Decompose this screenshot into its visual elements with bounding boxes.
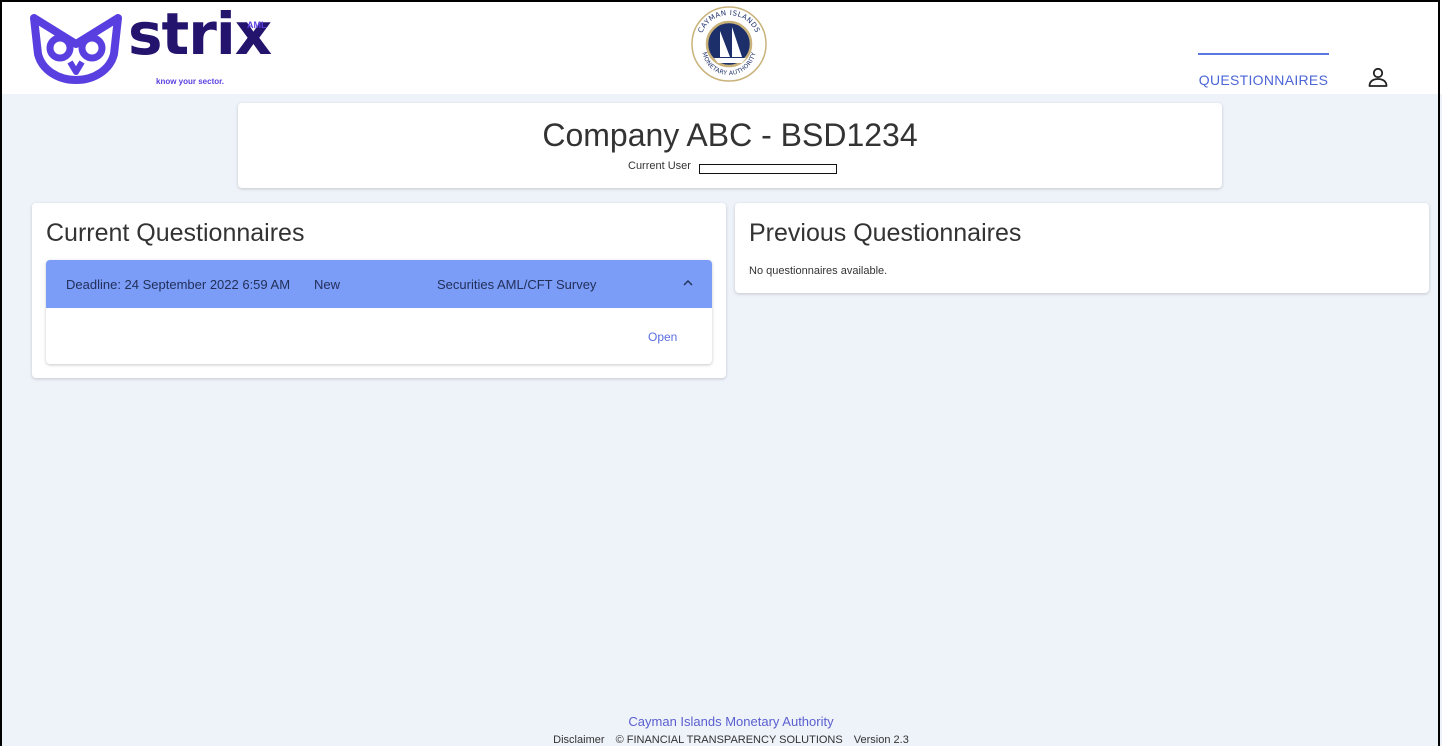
current-user-label: Current User bbox=[628, 160, 691, 172]
copyright-text: © FINANCIAL TRANSPARENCY SOLUTIONS bbox=[615, 734, 843, 746]
questionnaire-deadline: Deadline: 24 September 2022 6:59 AM bbox=[66, 277, 291, 292]
logo-superscript: AML bbox=[247, 20, 267, 30]
questionnaire-item-header[interactable]: Deadline: 24 September 2022 6:59 AM New … bbox=[46, 260, 712, 308]
open-button[interactable]: Open bbox=[648, 330, 677, 344]
current-questionnaires-title: Current Questionnaires bbox=[46, 219, 305, 247]
disclaimer-link[interactable]: Disclaimer bbox=[553, 734, 604, 746]
tab-questionnaires[interactable]: QUESTIONNAIRES bbox=[1198, 53, 1329, 93]
previous-questionnaires-title: Previous Questionnaires bbox=[749, 219, 1022, 247]
cima-seal-icon: CAYMAN ISLANDS MONETARY AUTHORITY bbox=[691, 6, 767, 82]
footer-authority-link[interactable]: Cayman Islands Monetary Authority bbox=[0, 714, 1442, 729]
questionnaire-item: Deadline: 24 September 2022 6:59 AM New … bbox=[46, 260, 712, 364]
top-header: strix AML know your sector. CAYMAN ISLAN… bbox=[0, 0, 1442, 94]
logo-tagline: know your sector. bbox=[156, 77, 225, 86]
redacted-user-name bbox=[699, 164, 837, 174]
questionnaire-name: Securities AML/CFT Survey bbox=[437, 277, 597, 292]
logo-wordmark: strix bbox=[128, 0, 272, 68]
questionnaire-status: New bbox=[314, 277, 341, 292]
user-icon[interactable] bbox=[1367, 66, 1389, 88]
empty-message: No questionnaires available. bbox=[749, 265, 888, 277]
strix-logo[interactable]: strix AML know your sector. bbox=[30, 0, 280, 90]
company-card: Company ABC - BSD1234 bbox=[238, 103, 1222, 188]
footer-info: Disclaimer © FINANCIAL TRANSPARENCY SOLU… bbox=[0, 734, 1442, 746]
chevron-up-icon[interactable] bbox=[682, 278, 694, 288]
company-title: Company ABC - BSD1234 bbox=[542, 117, 918, 153]
previous-questionnaires-panel: Previous Questionnaires No questionnaire… bbox=[735, 203, 1429, 293]
owl-logo-icon bbox=[30, 14, 122, 84]
current-questionnaires-panel: Current Questionnaires Deadline: 24 Sept… bbox=[32, 203, 726, 378]
version-text: Version 2.3 bbox=[853, 734, 909, 746]
